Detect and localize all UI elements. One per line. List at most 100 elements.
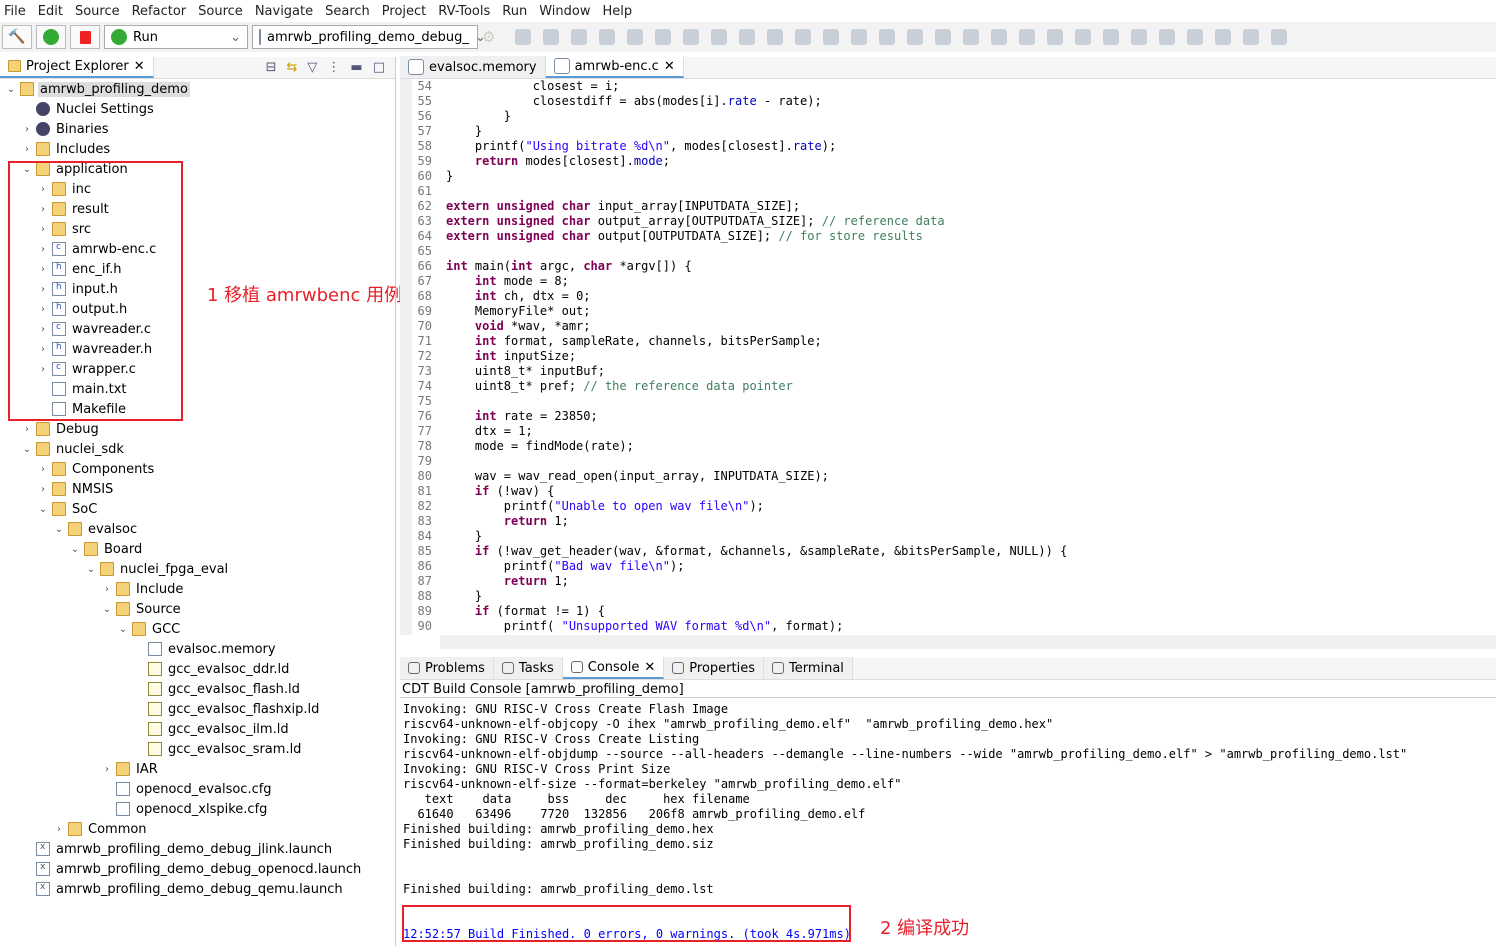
menu-file[interactable]: File xyxy=(0,4,34,19)
tree-item[interactable]: gcc_evalsoc_ilm.ld xyxy=(0,719,396,739)
tree-item[interactable]: amrwb_profiling_demo_debug_openocd.launc… xyxy=(0,859,396,879)
tree-item[interactable]: ⌄ Source xyxy=(0,599,396,619)
bug-icon[interactable] xyxy=(1019,29,1036,45)
tree-item[interactable]: Nuclei Settings xyxy=(0,99,396,119)
database-icon[interactable] xyxy=(739,29,756,45)
build-button[interactable]: 🔨 xyxy=(2,25,32,49)
tree-item[interactable]: ⌄ evalsoc xyxy=(0,519,396,539)
chevron-down-icon[interactable]: ⌄ xyxy=(84,564,98,575)
chevron-right-icon[interactable]: › xyxy=(36,484,50,495)
page-icon[interactable] xyxy=(1271,29,1288,45)
launch-button[interactable] xyxy=(36,25,66,49)
target-icon[interactable] xyxy=(991,29,1008,45)
chevron-down-icon[interactable]: ⌄ xyxy=(68,544,82,555)
menu-refactor[interactable]: Refactor xyxy=(128,4,195,19)
tab-tasks[interactable]: Tasks xyxy=(493,657,563,679)
chevron-down-icon[interactable]: ⌄ xyxy=(116,624,130,635)
save-all-icon[interactable] xyxy=(571,29,588,45)
debug-icon[interactable] xyxy=(599,29,616,45)
tab-amrwb-enc-c[interactable]: amrwb-enc.c ✕ xyxy=(545,56,684,78)
chevron-down-icon[interactable]: ⌄ xyxy=(4,84,18,95)
binary-icon[interactable] xyxy=(655,29,672,45)
chevron-right-icon[interactable]: › xyxy=(20,124,34,135)
tree-item[interactable]: gcc_evalsoc_ddr.ld xyxy=(0,659,396,679)
maximize-icon[interactable]: □ xyxy=(373,60,385,75)
tree-item[interactable]: evalsoc.memory xyxy=(0,639,396,659)
tab-project-explorer[interactable]: Project Explorer ✕ xyxy=(0,56,154,78)
edit-icon[interactable] xyxy=(1215,29,1232,45)
chevron-down-icon[interactable]: ⌄ xyxy=(52,524,66,535)
menu-navigate[interactable]: Navigate xyxy=(251,4,321,19)
chevron-right-icon[interactable]: › xyxy=(100,584,114,595)
search-icon[interactable] xyxy=(851,29,868,45)
terminal-icon[interactable] xyxy=(795,29,812,45)
tree-item[interactable]: › Debug xyxy=(0,419,396,439)
tab-evalsoc-memory[interactable]: evalsoc.memory xyxy=(400,56,546,78)
minimize-icon[interactable]: ▬ xyxy=(350,60,362,75)
gear-icon[interactable]: ⚙ xyxy=(482,28,495,46)
menu-window[interactable]: Window xyxy=(535,4,598,19)
tree-item[interactable]: › Binaries xyxy=(0,119,396,139)
tab-console[interactable]: Console ✕ xyxy=(562,657,665,679)
chevron-down-icon[interactable]: ⌄ xyxy=(20,444,34,455)
tree-item[interactable]: ⌄ SoC xyxy=(0,499,396,519)
debug-run-icon[interactable] xyxy=(1075,29,1092,45)
collapse-all-icon[interactable]: ⊟ xyxy=(266,60,277,75)
close-icon[interactable]: ✕ xyxy=(134,59,145,74)
chevron-right-icon[interactable]: › xyxy=(52,824,66,835)
redo-icon[interactable] xyxy=(711,29,728,45)
open-folder-icon[interactable] xyxy=(1131,29,1148,45)
open-icon[interactable] xyxy=(1159,29,1176,45)
package-icon[interactable] xyxy=(907,29,924,45)
save-icon[interactable] xyxy=(543,29,560,45)
menu-search[interactable]: Search xyxy=(321,4,378,19)
tree-item[interactable]: ⌄ amrwb_profiling_demo xyxy=(0,79,396,99)
close-icon[interactable]: ✕ xyxy=(664,59,675,74)
tree-item[interactable]: › Include xyxy=(0,579,396,599)
tab-properties[interactable]: Properties xyxy=(664,657,764,679)
tree-item[interactable]: openocd_xlspike.cfg xyxy=(0,799,396,819)
tab-problems[interactable]: Problems xyxy=(400,657,494,679)
undo-icon[interactable] xyxy=(683,29,700,45)
build-icon[interactable] xyxy=(627,29,644,45)
copy-icon[interactable] xyxy=(1243,29,1260,45)
chevron-right-icon[interactable]: › xyxy=(100,764,114,775)
chevron-right-icon[interactable]: › xyxy=(20,424,34,435)
menu-run[interactable]: Run xyxy=(498,4,535,19)
launch-mode-select[interactable]: Run ⌄ xyxy=(104,25,248,49)
profile-icon[interactable] xyxy=(1103,29,1120,45)
refresh-icon[interactable] xyxy=(879,29,896,45)
menu-project[interactable]: Project xyxy=(378,4,434,19)
tree-item[interactable]: ⌄ GCC xyxy=(0,619,396,639)
chevron-right-icon[interactable]: › xyxy=(20,144,34,155)
tree-item[interactable]: ⌄ Board xyxy=(0,539,396,559)
tree-item[interactable]: › Components xyxy=(0,459,396,479)
view-menu-icon[interactable]: ⋮ xyxy=(327,60,340,75)
new-icon[interactable] xyxy=(515,29,532,45)
run-icon[interactable] xyxy=(1047,29,1064,45)
menu-rv-tools[interactable]: RV-Tools xyxy=(434,4,498,19)
stop-button[interactable] xyxy=(70,25,100,49)
chevron-down-icon[interactable]: ⌄ xyxy=(100,604,114,615)
pen-icon[interactable] xyxy=(1187,29,1204,45)
menu-source[interactable]: Source xyxy=(71,4,128,19)
tree-item[interactable]: › NMSIS xyxy=(0,479,396,499)
nuclei-icon[interactable] xyxy=(767,29,784,45)
tree-item[interactable]: openocd_evalsoc.cfg xyxy=(0,779,396,799)
new-file-icon[interactable] xyxy=(963,29,980,45)
code-area[interactable]: 54 closest = i; 55 closestdiff = abs(mode… xyxy=(400,79,1496,635)
launch-config-select[interactable]: amrwb_profiling_demo_debug_ ⌄ xyxy=(252,25,486,49)
tree-item[interactable]: › IAR xyxy=(0,759,396,779)
close-icon[interactable]: ✕ xyxy=(644,660,655,675)
tree-item[interactable]: gcc_evalsoc_flashxip.ld xyxy=(0,699,396,719)
tree-item[interactable]: gcc_evalsoc_sram.ld xyxy=(0,739,396,759)
tree-item[interactable]: ⌄ nuclei_sdk xyxy=(0,439,396,459)
tree-item[interactable]: amrwb_profiling_demo_debug_jlink.launch xyxy=(0,839,396,859)
tree-item[interactable]: ⌄ nuclei_fpga_eval xyxy=(0,559,396,579)
menu-help[interactable]: Help xyxy=(598,4,640,19)
export-icon[interactable] xyxy=(935,29,952,45)
menu-edit[interactable]: Edit xyxy=(34,4,71,19)
tree-item[interactable]: › Includes xyxy=(0,139,396,159)
chevron-down-icon[interactable]: ⌄ xyxy=(36,504,50,515)
cube-icon[interactable] xyxy=(823,29,840,45)
